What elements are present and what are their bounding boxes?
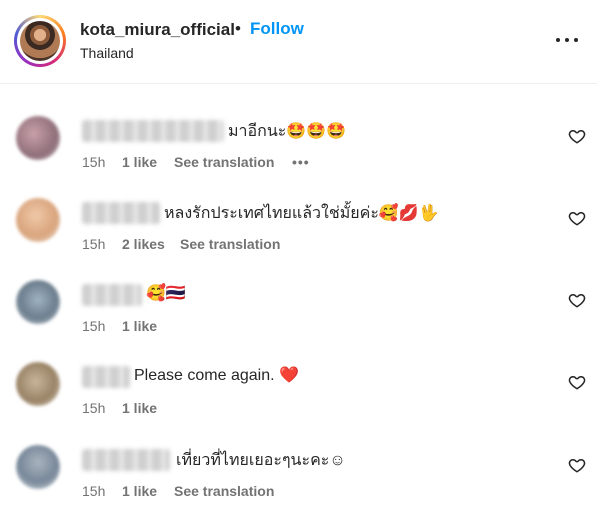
comment-item: เที่ยวที่ไทยเยอะๆนะคะ☺ 15h 1 like See tr… bbox=[0, 445, 597, 526]
comment-time[interactable]: 15h bbox=[82, 318, 105, 334]
comment-likes[interactable]: 2 likes bbox=[122, 236, 165, 252]
comment-options-icon[interactable]: ••• bbox=[292, 154, 310, 170]
story-ring[interactable] bbox=[14, 15, 66, 67]
see-translation-button[interactable]: See translation bbox=[174, 483, 274, 499]
avatar[interactable] bbox=[20, 21, 60, 61]
comment-text: เที่ยวที่ไทยเยอะๆนะคะ☺ bbox=[176, 452, 346, 469]
comment-item: มาอีกนะ🤩🤩🤩 15h 1 like See translation ••… bbox=[0, 116, 597, 198]
comment-avatar[interactable] bbox=[16, 445, 60, 489]
comment-username[interactable] bbox=[82, 449, 170, 471]
comment-username[interactable] bbox=[82, 284, 142, 306]
comment-avatar[interactable] bbox=[16, 198, 60, 242]
comment-item: 🥰🇹🇭 15h 1 like bbox=[0, 280, 597, 362]
comment-username[interactable] bbox=[82, 202, 160, 224]
comment-likes[interactable]: 1 like bbox=[122, 154, 157, 170]
follow-button[interactable]: Follow bbox=[250, 19, 304, 39]
comment-text: หลงรักประเทศไทยแล้วใช่มั้ยค่ะ🥰💋🖖 bbox=[164, 205, 439, 222]
comment-avatar[interactable] bbox=[16, 280, 60, 324]
comment-time[interactable]: 15h bbox=[82, 154, 105, 170]
comment-username[interactable] bbox=[82, 120, 224, 142]
comment-time[interactable]: 15h bbox=[82, 236, 105, 252]
comment-time[interactable]: 15h bbox=[82, 400, 105, 416]
like-heart-icon[interactable] bbox=[568, 456, 586, 474]
comment-username[interactable] bbox=[82, 366, 130, 388]
post-header: kota_miura_official • Follow Thailand bbox=[0, 0, 597, 84]
comment-item: Please come again. ❤️ 15h 1 like bbox=[0, 362, 597, 444]
like-heart-icon[interactable] bbox=[568, 209, 586, 227]
comment-avatar[interactable] bbox=[16, 116, 60, 160]
comment-likes[interactable]: 1 like bbox=[122, 483, 157, 499]
comment-likes[interactable]: 1 like bbox=[122, 318, 157, 334]
comment-likes[interactable]: 1 like bbox=[122, 400, 157, 416]
separator-dot: • bbox=[235, 19, 241, 38]
more-options-icon[interactable] bbox=[556, 34, 578, 46]
see-translation-button[interactable]: See translation bbox=[174, 154, 274, 170]
like-heart-icon[interactable] bbox=[568, 291, 586, 309]
comment-text: Please come again. ❤️ bbox=[134, 367, 299, 384]
comment-text: มาอีกนะ🤩🤩🤩 bbox=[228, 123, 347, 140]
comment-item: หลงรักประเทศไทยแล้วใช่มั้ยค่ะ🥰💋🖖 15h 2 l… bbox=[0, 198, 597, 280]
comment-time[interactable]: 15h bbox=[82, 483, 105, 499]
location-link[interactable]: Thailand bbox=[80, 45, 134, 61]
like-heart-icon[interactable] bbox=[568, 373, 586, 391]
comment-text: 🥰🇹🇭 bbox=[146, 285, 186, 302]
like-heart-icon[interactable] bbox=[568, 127, 586, 145]
see-translation-button[interactable]: See translation bbox=[180, 236, 280, 252]
username[interactable]: kota_miura_official bbox=[80, 20, 235, 40]
comment-avatar[interactable] bbox=[16, 362, 60, 406]
